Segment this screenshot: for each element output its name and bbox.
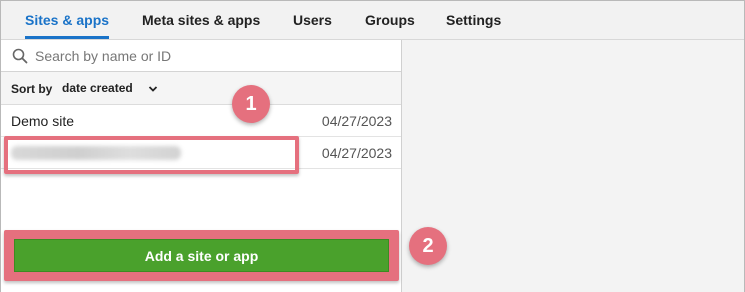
site-date: 04/27/2023 <box>321 145 392 161</box>
search-icon <box>12 48 28 64</box>
add-site-button[interactable]: Add a site or app <box>14 239 389 272</box>
search-input[interactable] <box>35 46 385 66</box>
site-row-demo[interactable]: Demo site 04/27/2023 <box>1 105 401 137</box>
site-date: 04/27/2023 <box>321 113 392 129</box>
chevron-down-icon[interactable] <box>148 85 158 93</box>
sort-bar: Sort by date created <box>1 72 401 105</box>
sort-dropdown[interactable]: date created <box>62 81 133 97</box>
tab-users[interactable]: Users <box>293 12 332 28</box>
callout-badge-1: 1 <box>232 85 270 123</box>
callout-badge-2: 2 <box>409 227 447 265</box>
tab-meta-sites-and-apps[interactable]: Meta sites & apps <box>142 12 260 28</box>
search-bar <box>1 40 401 72</box>
tab-settings[interactable]: Settings <box>446 12 501 28</box>
callout-highlight-site <box>4 136 299 174</box>
tab-sites-and-apps[interactable]: Sites & apps <box>25 12 109 28</box>
tab-groups[interactable]: Groups <box>365 12 415 28</box>
site-name: Demo site <box>11 113 75 129</box>
app-window: Sites & apps Meta sites & apps Users Gro… <box>0 0 745 292</box>
active-tab-indicator <box>25 36 109 39</box>
tab-bar: Sites & apps Meta sites & apps Users Gro… <box>1 1 744 40</box>
sort-label: Sort by <box>11 82 53 96</box>
detail-area <box>402 40 744 292</box>
callout-highlight-add-button: Add a site or app <box>4 230 399 281</box>
